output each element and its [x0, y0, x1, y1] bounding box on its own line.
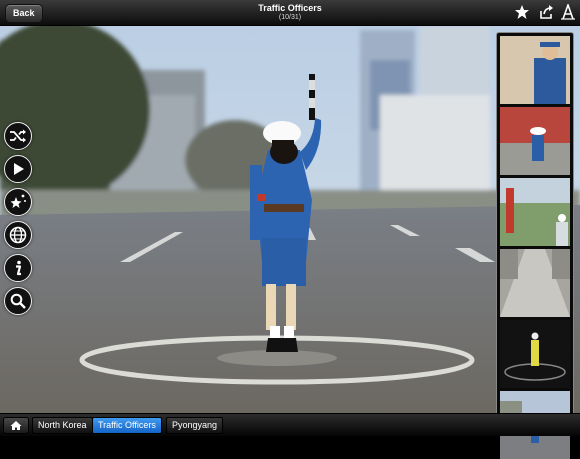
image-counter: (10/31) — [278, 14, 302, 21]
info-button[interactable] — [4, 254, 32, 282]
main-photo[interactable] — [0, 0, 580, 435]
shuffle-icon — [10, 129, 26, 143]
star-icon[interactable] — [514, 4, 530, 20]
page-title: Traffic Officers — [258, 3, 322, 13]
map-button[interactable] — [4, 221, 32, 249]
info-icon — [16, 260, 22, 276]
share-icon[interactable] — [538, 4, 554, 20]
thumbnail-strip[interactable] — [496, 32, 574, 459]
breadcrumb-pyongyang[interactable]: Pyongyang — [166, 417, 224, 434]
breadcrumb-north-korea[interactable]: North Korea — [32, 417, 93, 434]
title-area: Traffic Officers (10/31) — [190, 3, 390, 22]
font-size-icon[interactable] — [560, 4, 576, 20]
breadcrumb-traffic-officers[interactable]: Traffic Officers — [92, 417, 162, 434]
back-button[interactable]: Back — [5, 4, 43, 23]
thumbnail-5[interactable] — [500, 320, 570, 388]
breadcrumb: North Korea Traffic Officers Pyongyang — [0, 413, 580, 436]
magic-wand-icon — [10, 194, 26, 208]
thumbnail-3[interactable] — [500, 178, 570, 246]
zoom-button[interactable] — [4, 287, 32, 315]
home-button[interactable] — [3, 417, 29, 434]
shuffle-button[interactable] — [4, 122, 32, 150]
play-button[interactable] — [4, 155, 32, 183]
top-bar: Back Traffic Officers (10/31) — [0, 0, 580, 26]
thumbnail-2[interactable] — [500, 107, 570, 175]
thumbnail-4[interactable] — [500, 249, 570, 317]
zoom-icon — [10, 293, 26, 309]
globe-icon — [9, 226, 27, 244]
home-icon — [10, 421, 22, 430]
magic-button[interactable] — [4, 188, 32, 216]
play-icon — [14, 163, 24, 175]
thumbnail-1[interactable] — [500, 36, 570, 104]
